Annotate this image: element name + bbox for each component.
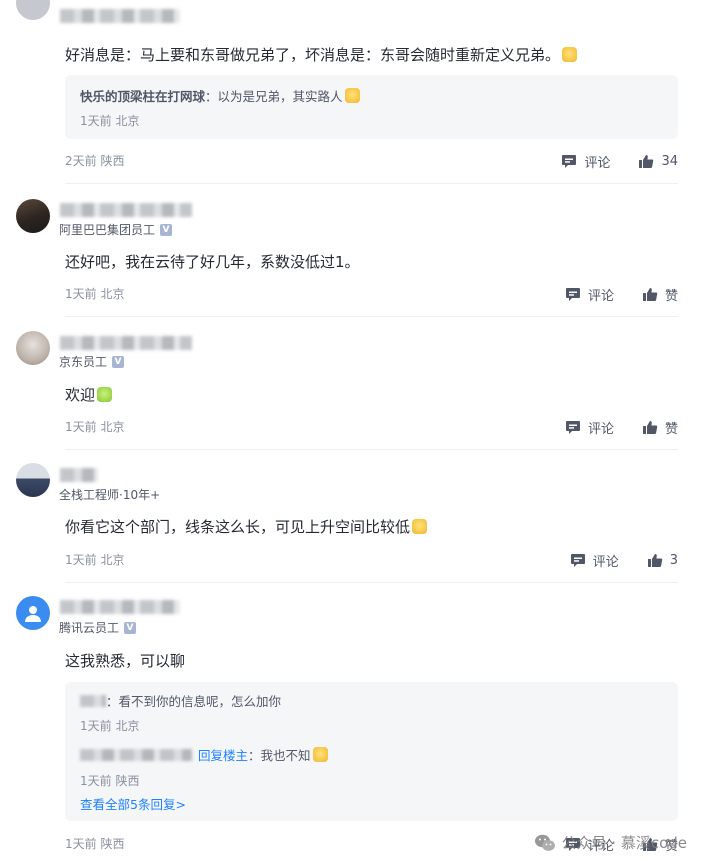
comment-5: 腾讯云员工 V 这我熟悉，可以聊 ：看不到你的信息呢，怎么加你 1天前 北京 回复… bbox=[0, 583, 711, 867]
comment-button[interactable]: 评论 bbox=[561, 152, 610, 171]
reply-line: 回复楼主：我也不知 bbox=[80, 745, 328, 764]
comment-meta: 1天前 北京 bbox=[65, 553, 125, 567]
verified-badge-icon: V bbox=[160, 223, 173, 236]
reply-author[interactable]: 快乐的顶梁柱在打网球 bbox=[80, 89, 205, 104]
avatar[interactable] bbox=[16, 596, 50, 630]
reply-author-blurred[interactable] bbox=[80, 749, 192, 761]
comment-text: 你看它这个部门，线条这么长，可见上升空间比较低 bbox=[65, 516, 428, 537]
comment-text: 欢迎 bbox=[65, 384, 113, 405]
username-blurred bbox=[60, 336, 192, 350]
reply-text: 我也不知 bbox=[260, 748, 311, 763]
reply-to-op-link[interactable]: 回复楼主 bbox=[198, 748, 248, 763]
comment-button[interactable]: 评论 bbox=[565, 418, 614, 437]
comment-text: 还好吧，我在云待了好几年，系数没低过1。 bbox=[65, 253, 360, 271]
avatar[interactable] bbox=[16, 199, 50, 233]
reply-meta: 1天前 陕西 bbox=[80, 774, 140, 788]
comment-actions: 评论 赞 bbox=[565, 418, 678, 437]
comment-icon bbox=[565, 288, 580, 301]
comment-actions: 评论 3 bbox=[570, 551, 678, 570]
comment-icon bbox=[562, 155, 577, 168]
smile-emoji-icon bbox=[344, 88, 360, 103]
comment-actions: 评论 34 bbox=[561, 152, 678, 171]
thumbs-up-icon bbox=[639, 155, 654, 169]
comment-4: 全栈工程师·10年+ 你看它这个部门，线条这么长，可见上升空间比较低 1天前 北… bbox=[0, 450, 711, 583]
reply-meta: 1天前 北京 bbox=[80, 114, 140, 128]
wechat-watermark: 公众号 · 慕溪code bbox=[534, 832, 687, 853]
user-title: 全栈工程师·10年+ bbox=[59, 488, 161, 502]
username-blurred bbox=[60, 9, 180, 23]
avatar[interactable] bbox=[16, 463, 50, 497]
comment-meta: 1天前 陕西 bbox=[65, 837, 125, 851]
user-title: 阿里巴巴集团员工 V bbox=[59, 221, 173, 238]
view-all-replies-link[interactable]: 查看全部5条回复> bbox=[80, 794, 186, 813]
user-title: 京东员工 V bbox=[59, 353, 125, 370]
comment-actions: 评论 赞 bbox=[565, 285, 678, 304]
username-blurred bbox=[60, 203, 192, 217]
reply-meta: 1天前 北京 bbox=[80, 719, 140, 733]
comment-2: 阿里巴巴集团员工 V 还好吧，我在云待了好几年，系数没低过1。 1天前 北京 评论… bbox=[0, 184, 711, 317]
wechat-icon bbox=[534, 834, 555, 851]
like-button[interactable]: 3 bbox=[647, 553, 678, 568]
comment-icon bbox=[570, 554, 585, 567]
comment-button[interactable]: 评论 bbox=[570, 551, 619, 570]
comment-text: 这我熟悉，可以聊 bbox=[65, 652, 186, 670]
comment-meta: 1天前 北京 bbox=[65, 287, 125, 301]
comment-text: 好消息是：马上要和东哥做兄弟了，坏消息是：东哥会随时重新定义兄弟。 bbox=[65, 44, 578, 65]
smile-emoji-icon bbox=[562, 47, 578, 62]
avatar[interactable] bbox=[16, 331, 50, 365]
reply-text: 以为是兄弟，其实路人 bbox=[217, 89, 343, 104]
reply-text: 看不到你的信息呢，怎么加你 bbox=[118, 694, 282, 709]
shy-emoji-icon bbox=[312, 747, 328, 762]
verified-badge-icon: V bbox=[112, 355, 125, 368]
verified-badge-icon: V bbox=[124, 621, 137, 634]
avatar[interactable] bbox=[16, 0, 50, 20]
reply-line: 快乐的顶梁柱在打网球：以为是兄弟，其实路人 bbox=[80, 86, 360, 105]
comment-meta: 2天前 陕西 bbox=[65, 154, 125, 168]
comment-meta: 1天前 北京 bbox=[65, 420, 125, 434]
smile-emoji-icon bbox=[412, 519, 428, 534]
thumbs-up-icon bbox=[642, 288, 658, 302]
comment-1: 好消息是：马上要和东哥做兄弟了，坏消息是：东哥会随时重新定义兄弟。 快乐的顶梁柱… bbox=[0, 0, 711, 185]
reply-box: 快乐的顶梁柱在打网球：以为是兄弟，其实路人 1天前 北京 bbox=[65, 75, 678, 139]
comment-button[interactable]: 评论 bbox=[565, 285, 614, 304]
reply-line: ：看不到你的信息呢，怎么加你 bbox=[80, 691, 281, 710]
thumbs-up-icon bbox=[642, 421, 658, 435]
default-user-icon bbox=[25, 606, 41, 622]
user-title: 腾讯云员工 V bbox=[59, 619, 137, 636]
username-blurred bbox=[60, 468, 98, 482]
reply-box: ：看不到你的信息呢，怎么加你 1天前 北京 回复楼主：我也不知 1天前 陕西 查… bbox=[65, 682, 678, 821]
comment-icon bbox=[565, 421, 580, 434]
like-button[interactable]: 赞 bbox=[642, 418, 678, 437]
like-button[interactable]: 34 bbox=[638, 154, 678, 169]
username-blurred bbox=[60, 600, 180, 614]
reply-author-blurred[interactable] bbox=[80, 695, 106, 707]
thumbs-up-icon bbox=[647, 554, 662, 568]
like-button[interactable]: 赞 bbox=[642, 285, 678, 304]
welcome-emoji-icon bbox=[97, 387, 113, 402]
comment-3: 京东员工 V 欢迎 1天前 北京 评论 赞 bbox=[0, 317, 711, 450]
